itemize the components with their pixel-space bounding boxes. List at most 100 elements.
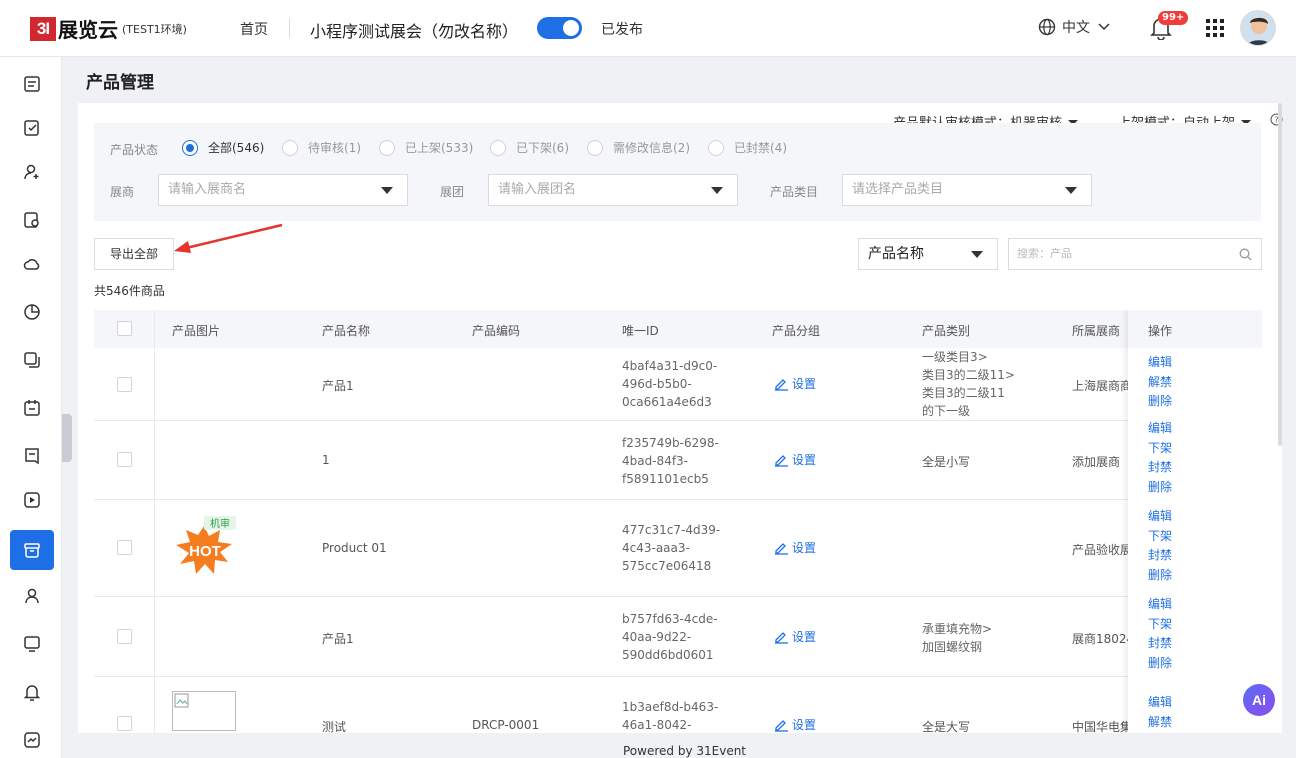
apps-grid-icon[interactable] [1206,19,1224,37]
col-operations: 操作 [1148,324,1173,338]
search-input[interactable]: 搜索：产品 [1008,238,1262,270]
row-checkbox[interactable] [117,377,132,392]
status-option-label: 全部(546) [208,141,265,155]
user-icon [25,588,39,604]
product-image-hot[interactable]: 机审 HOT [172,514,240,581]
edit-link[interactable]: 编辑 [1148,353,1172,373]
row-actions: 编辑 解禁 [1148,693,1172,732]
sidebar-item-products[interactable] [10,530,54,570]
row-actions: 编辑 解禁 删除 [1148,353,1172,412]
ai-assistant-button[interactable]: Ai [1243,684,1275,716]
unban-link[interactable]: 解禁 [1148,713,1172,733]
group-set-link[interactable]: 设置 [774,716,816,733]
sidebar [0,57,62,758]
exhibitor-select[interactable]: 请输入展商名 [158,174,408,206]
status-radio-delisted[interactable]: 已下架(6) [490,139,569,156]
edit-link[interactable]: 编辑 [1148,693,1172,713]
col-image: 产品图片 [172,324,221,338]
delist-link[interactable]: 下架 [1148,439,1172,459]
edit-link[interactable]: 编辑 [1148,595,1172,615]
status-radio-all[interactable]: 全部(546) [182,139,264,156]
search-icon[interactable] [1239,248,1252,261]
status-radio-needs-edit[interactable]: 需修改信息(2) [587,139,690,156]
search-field-label: 产品名称 [868,246,924,262]
row-checkbox[interactable] [117,716,132,731]
set-label: 设置 [792,377,817,391]
group-set-link[interactable]: 设置 [774,451,816,468]
status-radio-banned[interactable]: 已封禁(4) [708,139,787,156]
sidebar-item-notes[interactable] [10,436,54,476]
edit-link[interactable]: 编辑 [1148,507,1172,527]
sidebar-item-add-user[interactable] [10,152,54,192]
video-icon [24,492,40,508]
status-radio-pending[interactable]: 待审核(1) [282,139,361,156]
product-id: f235749b-6298- 4bad-84f3- f5891101ecb5 [622,436,719,486]
delist-link[interactable]: 下架 [1148,527,1172,547]
table-row: 产品1 b757fd63-4cde- 40aa-9d22- 590dd6bd0601… [94,597,1262,677]
category-select[interactable]: 请选择产品类目 [842,174,1092,206]
set-label: 设置 [792,718,817,732]
user-avatar[interactable] [1240,10,1276,46]
sidebar-item-alerts[interactable] [10,672,54,712]
edit-link[interactable]: 编辑 [1148,419,1172,439]
nav-home-link[interactable]: 首页 [240,19,268,39]
group-select[interactable]: 请输入展团名 [488,174,738,206]
product-image-broken[interactable] [172,691,236,731]
sidebar-item-edit[interactable] [10,108,54,148]
event-name[interactable]: 小程序测试展会（勿改名称） [310,18,518,42]
sidebar-item-analytics[interactable] [10,720,54,758]
sidebar-collapse-handle[interactable] [62,414,72,462]
status-radio-listed[interactable]: 已上架(533) [379,139,473,156]
select-all-checkbox[interactable] [117,321,132,336]
ban-link[interactable]: 封禁 [1148,634,1172,654]
row-checkbox[interactable] [117,540,132,555]
product-name: 产品1 [322,632,354,646]
table-header: 产品图片 产品名称 产品编码 唯一ID 产品分组 产品类别 所属展商 [94,310,1262,348]
calendar-icon [24,400,40,416]
edit-doc-icon [24,120,39,136]
language-label: 中文 [1062,20,1090,36]
unban-link[interactable]: 解禁 [1148,373,1172,393]
delete-link[interactable]: 删除 [1148,566,1172,586]
sidebar-item-stats[interactable] [10,292,54,332]
delist-link[interactable]: 下架 [1148,615,1172,635]
sidebar-item-monitor[interactable] [10,624,54,664]
set-label: 设置 [792,453,817,467]
logo[interactable]: 3I 展览云 (TEST1环境) [30,14,187,43]
delete-link[interactable]: 删除 [1148,478,1172,498]
sidebar-item-video[interactable] [10,480,54,520]
publish-status: 已发布 [601,22,643,38]
caret-down-icon [711,187,723,194]
ban-link[interactable]: 封禁 [1148,458,1172,478]
publish-toggle[interactable] [537,17,582,39]
image-tag: 机审 [210,517,230,530]
sidebar-item-settings-doc[interactable] [10,200,54,240]
group-set-link[interactable]: 设置 [774,628,816,645]
sidebar-item-calendar[interactable] [10,388,54,428]
group-set-link[interactable]: 设置 [774,375,816,392]
total-count: 共546件商品 [94,284,165,298]
delete-link[interactable]: 删除 [1148,392,1172,412]
row-checkbox[interactable] [117,629,132,644]
table-row: 测试 DRCP-0001 1b3aef8d-b463- 46a1-8042- 设置… [94,677,1262,733]
cloud-icon [23,259,40,270]
status-option-label: 已封禁(4) [734,141,787,155]
language-selector[interactable]: 中文 [1038,17,1116,37]
sidebar-item-cloud[interactable] [10,244,54,284]
page-scrollbar[interactable] [1278,103,1282,446]
exhibitor-name: 展商18024 [1072,632,1135,646]
edit-pen-icon [775,719,788,732]
ban-link[interactable]: 封禁 [1148,546,1172,566]
delete-link[interactable]: 删除 [1148,654,1172,674]
edit-pen-icon [775,631,788,644]
export-all-button[interactable]: 导出全部 [94,238,174,270]
sidebar-item-copy[interactable] [10,340,54,380]
caret-down-icon [971,251,983,258]
group-set-link[interactable]: 设置 [774,539,816,556]
sidebar-item-user[interactable] [10,576,54,616]
col-exhibitor: 所属展商 [1072,324,1121,338]
list-doc-icon [24,76,40,92]
search-field-select[interactable]: 产品名称 [858,238,998,270]
row-checkbox[interactable] [117,452,132,467]
sidebar-item-list[interactable] [10,64,54,104]
